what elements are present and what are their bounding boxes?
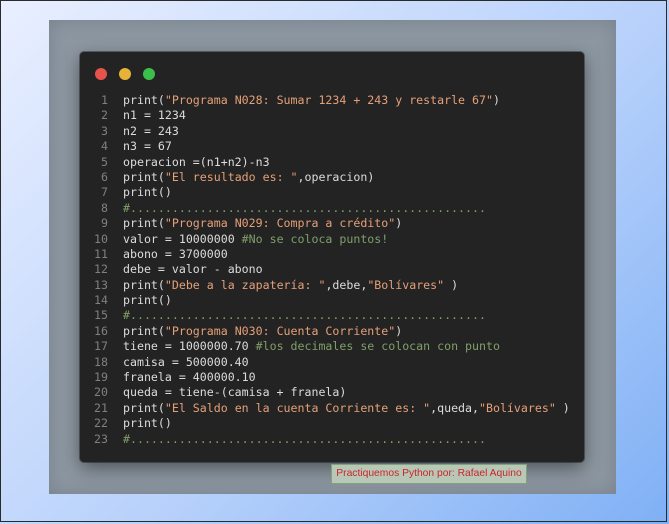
- line-number: 23: [94, 431, 108, 446]
- code-line: 5 operacion =(n1+n2)-n3: [80, 155, 584, 170]
- line-number: 16: [94, 323, 108, 338]
- code-line: 17 tiene = 1000000.70 #los decimales se c…: [80, 339, 584, 354]
- code-comment: #No se coloca puntos!: [241, 231, 389, 246]
- code-text: franela = 400000.10: [123, 370, 256, 385]
- code-line: 13 print("Debe a la zapatería: ",debe,"Bo…: [80, 278, 584, 293]
- code-line: 6 print("El resultado es: ",operacion): [80, 170, 584, 185]
- string-literal: "El resultado es: ": [164, 169, 298, 184]
- string-literal: "Programa N030: Cuenta Corriente": [164, 323, 396, 338]
- code-line: 4 n3 = 67: [80, 139, 584, 154]
- code-text: print(: [123, 277, 165, 292]
- code-text: ,queda,: [430, 400, 480, 415]
- code-line: 15 #.....................................…: [80, 308, 584, 323]
- line-number: 11: [94, 246, 108, 261]
- code-text: print(: [123, 93, 165, 107]
- line-number: 21: [94, 400, 108, 415]
- line-number: 12: [94, 262, 108, 277]
- line-number: 6: [101, 169, 108, 184]
- watermark-credit: Practiquemos Python por: Rafael Aquino: [331, 464, 527, 484]
- string-literal: "Bolívares": [479, 400, 556, 415]
- maximize-dot-icon[interactable]: [143, 68, 156, 80]
- code-text: n2 = 243: [123, 123, 179, 138]
- code-text: ): [395, 216, 403, 231]
- string-literal: "Bolívares": [367, 277, 445, 292]
- code-text: abono = 3700000: [123, 246, 228, 261]
- line-number: 2: [101, 108, 108, 123]
- code-text: tiene = 1000000.70: [123, 339, 256, 354]
- code-text: ,operacion): [297, 169, 375, 184]
- code-text: print(: [123, 169, 165, 184]
- line-number: 15: [94, 308, 108, 323]
- code-text: n3 = 67: [123, 139, 172, 154]
- code-line: 10 valor = 10000000 #No se coloca puntos!: [80, 232, 584, 247]
- line-number: 14: [94, 293, 108, 308]
- string-literal: "Debe a la zapatería: ": [164, 277, 326, 292]
- close-dot-icon[interactable]: [95, 68, 107, 80]
- code-block: 1 print("Programa N028: Sumar 1234 + 243 …: [80, 93, 584, 447]
- code-line: 20 queda = tiene-(camisa + franela): [80, 385, 584, 400]
- line-number: 4: [101, 139, 108, 154]
- code-text: ): [492, 93, 500, 107]
- code-text: camisa = 500000.40: [123, 354, 249, 369]
- line-number: 10: [94, 231, 108, 246]
- code-text: print(): [123, 185, 172, 200]
- code-line: 19 franela = 400000.10: [80, 370, 584, 385]
- code-text: operacion =(n1+n2)-n3: [123, 154, 270, 169]
- code-comment: #.......................................…: [123, 200, 486, 215]
- code-line: 23 #.....................................…: [80, 432, 584, 447]
- code-text: valor = 10000000: [123, 231, 242, 246]
- code-line: 14 print(): [80, 293, 584, 308]
- code-comment: #los decimales se colocan con punto: [255, 339, 500, 354]
- code-line: 7 print(): [80, 185, 584, 200]
- code-line: 22 print(): [80, 416, 584, 431]
- line-number: 8: [101, 200, 108, 215]
- code-text: ): [555, 400, 570, 415]
- code-line: 12 debe = valor - abono: [80, 262, 584, 277]
- code-text: ): [395, 323, 403, 338]
- code-line: 9 print("Programa N029: Compra a crédito"…: [80, 216, 584, 231]
- code-text: queda = tiene-(camisa + franela): [123, 385, 347, 400]
- code-line: 8 #......................................…: [80, 201, 584, 216]
- code-line: 16 print("Programa N030: Cuenta Corriente…: [80, 324, 584, 339]
- string-literal: "Programa N028: Sumar 1234 + 243 y resta…: [164, 93, 493, 107]
- code-comment: #.......................................…: [123, 431, 486, 446]
- line-number: 5: [101, 154, 108, 169]
- code-text: ,debe,: [325, 277, 368, 292]
- line-number: 20: [94, 385, 108, 400]
- line-number: 3: [101, 123, 108, 138]
- code-text: print(): [123, 416, 172, 431]
- code-window: 1 print("Programa N028: Sumar 1234 + 243 …: [80, 52, 584, 462]
- code-comment: #.......................................…: [123, 308, 486, 323]
- code-line: 18 camisa = 500000.40: [80, 355, 584, 370]
- string-literal: "Programa N029: Compra a crédito": [164, 216, 396, 231]
- code-line: 1 print("Programa N028: Sumar 1234 + 243 …: [80, 93, 584, 108]
- code-text: print(: [123, 323, 165, 338]
- line-number: 13: [94, 277, 108, 292]
- code-text: print(: [123, 400, 165, 415]
- code-line: 2 n1 = 1234: [80, 108, 584, 123]
- line-number: 18: [94, 354, 108, 369]
- line-number: 1: [101, 93, 108, 107]
- code-line: 3 n2 = 243: [80, 124, 584, 139]
- line-number: 7: [101, 185, 108, 200]
- code-line: 21 print("El Saldo en la cuenta Corriente…: [80, 401, 584, 416]
- code-text: print(: [123, 216, 165, 231]
- line-number: 9: [101, 216, 108, 231]
- code-text: ): [444, 277, 459, 292]
- code-text: debe = valor - abono: [123, 262, 263, 277]
- code-line: 11 abono = 3700000: [80, 247, 584, 262]
- minimize-dot-icon[interactable]: [119, 68, 132, 80]
- code-text: print(): [123, 293, 172, 308]
- window-controls: [95, 68, 162, 80]
- code-text: n1 = 1234: [123, 108, 186, 123]
- line-number: 19: [94, 370, 108, 385]
- line-number: 22: [94, 416, 108, 431]
- line-number: 17: [94, 339, 108, 354]
- string-literal: "El Saldo en la cuenta Corriente es: ": [164, 400, 431, 415]
